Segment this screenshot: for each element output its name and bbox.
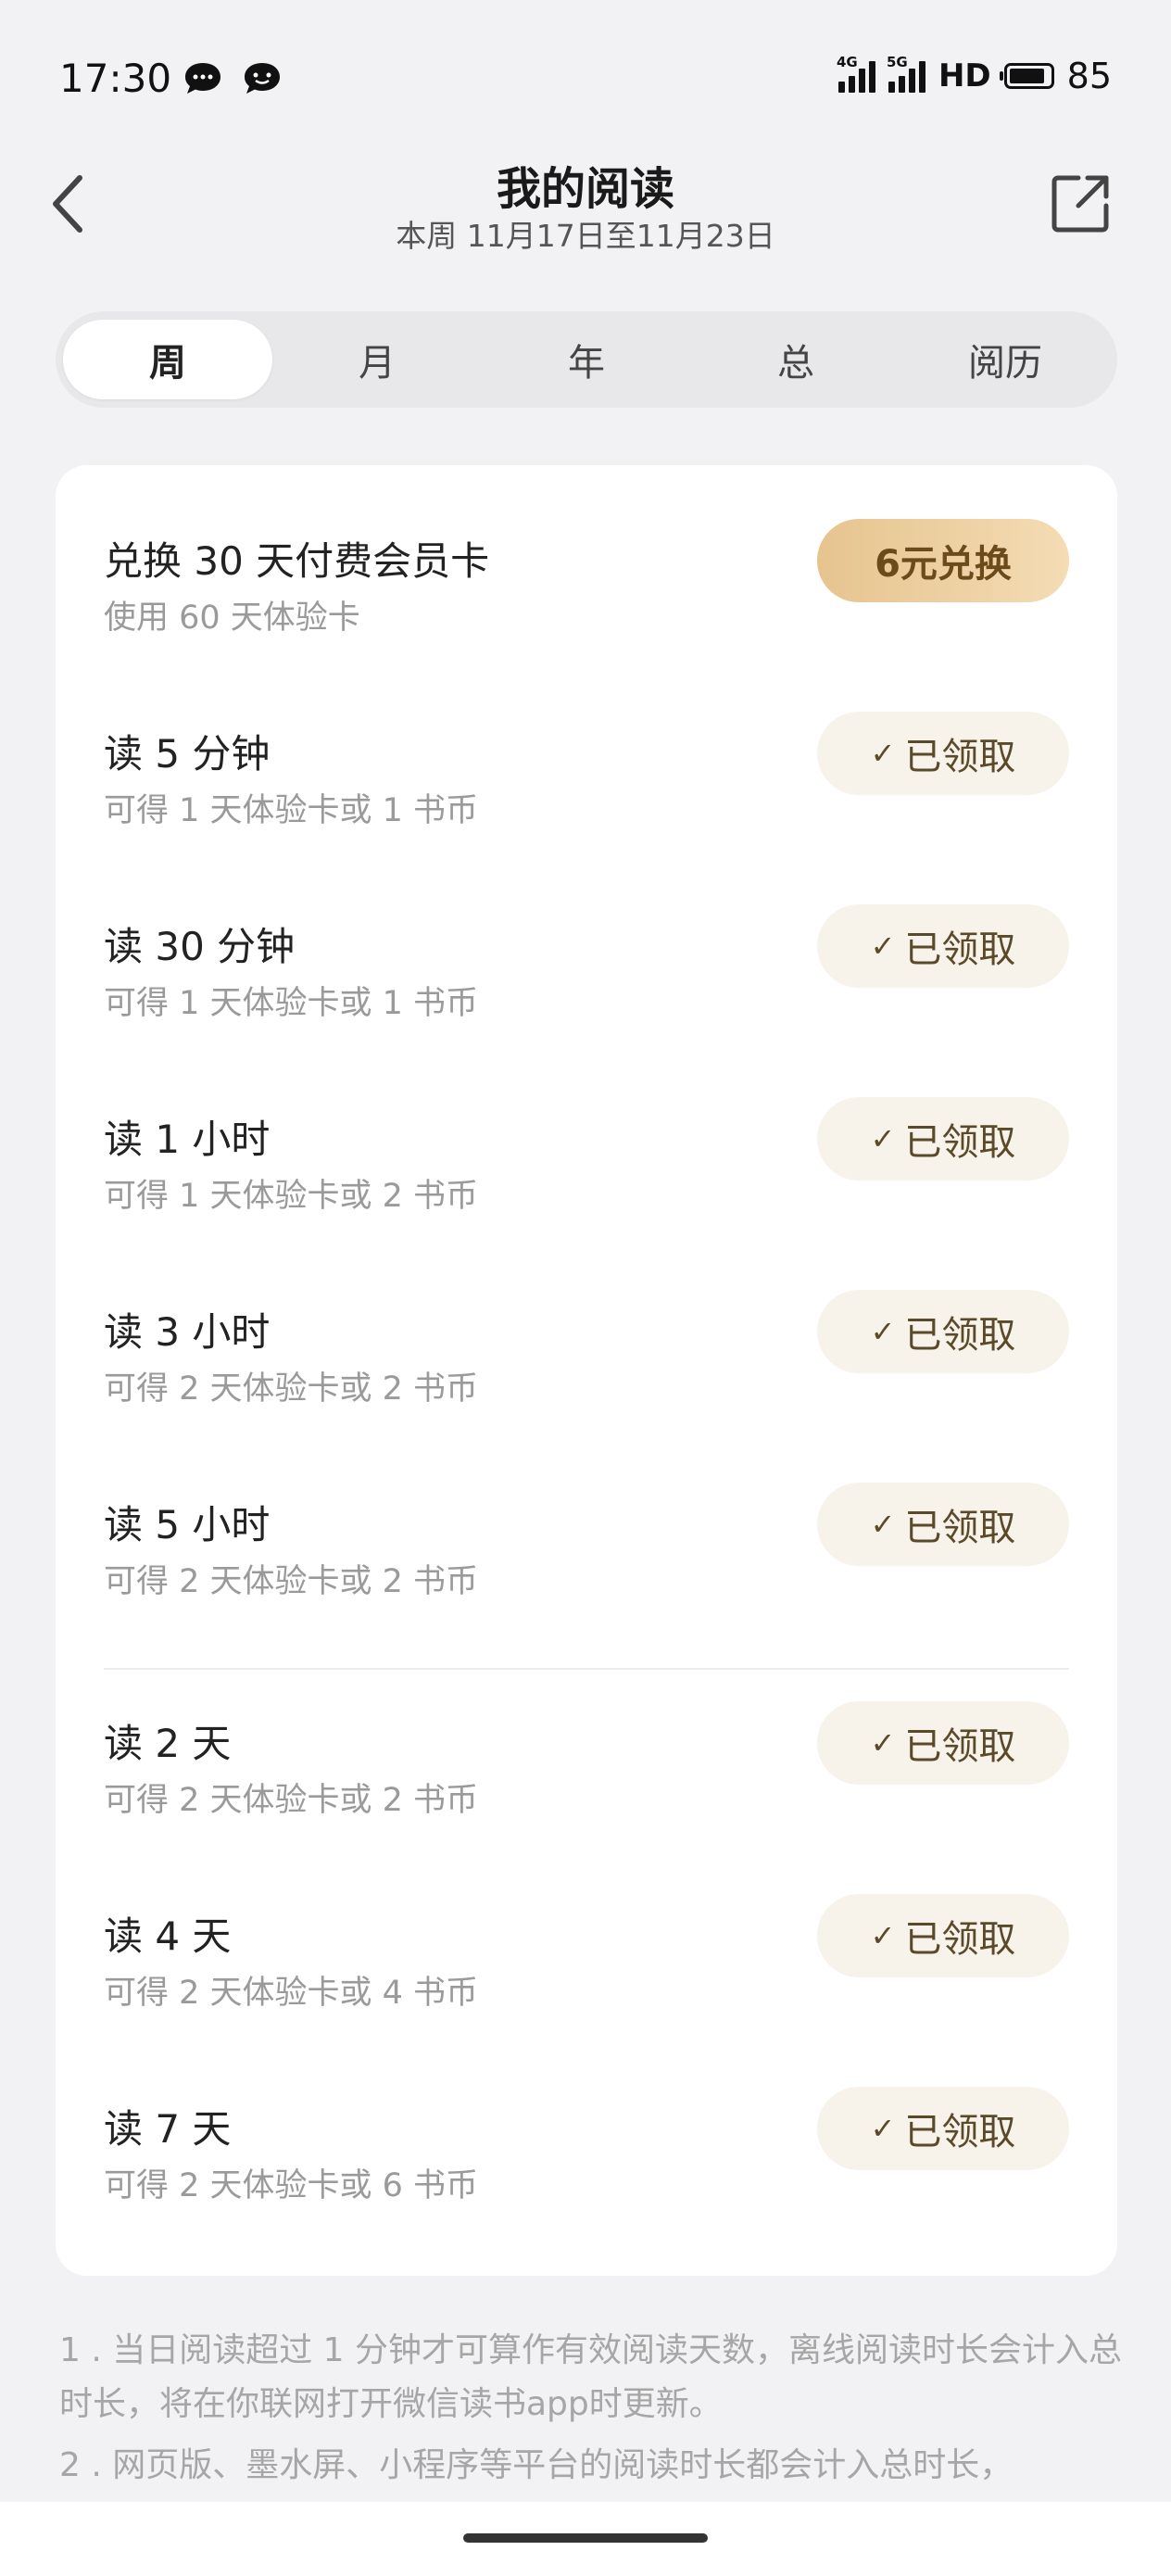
chat-bubble-icon: [185, 63, 220, 94]
claimed-label: 已领取: [904, 1507, 1016, 1549]
reward-title: 读 7 天: [104, 2106, 232, 2152]
check-icon: ✓: [870, 1314, 896, 1349]
signal-4g-icon: 4G: [837, 54, 875, 93]
reward-title: 读 2 天: [104, 1721, 232, 1766]
claimed-button[interactable]: ✓ 已领取: [817, 1483, 1069, 1566]
reward-title: 读 5 小时: [104, 1502, 271, 1547]
chat-bubble-icon: [245, 63, 280, 94]
note-item: 1 . 当日阅读超过 1 分钟才可算作有效阅读天数，离线阅读时长会计入总时长，将…: [59, 2331, 1123, 2423]
claimed-button[interactable]: ✓ 已领取: [817, 1701, 1069, 1785]
signal-5g-icon: 5G: [887, 54, 925, 93]
claimed-label: 已领取: [904, 1918, 1016, 1961]
reward-subtitle: 可得 1 天体验卡或 2 书币: [104, 1178, 479, 1215]
battery-icon: [999, 63, 1054, 89]
reward-row: 读 3 小时 可得 2 天体验卡或 2 书币 ✓ 已领取: [56, 1290, 1117, 1468]
rules-notes: 1 . 当日阅读超过 1 分钟才可算作有效阅读天数，离线阅读时长会计入总时长，将…: [59, 2324, 1125, 2500]
reward-row: 读 2 天 可得 2 天体验卡或 2 书币 ✓ 已领取: [56, 1701, 1117, 1879]
claimed-label: 已领取: [904, 928, 1016, 971]
reward-title: 读 30 分钟: [104, 924, 296, 969]
claimed-label: 已领取: [904, 1725, 1016, 1768]
claimed-button[interactable]: ✓ 已领取: [817, 1097, 1069, 1181]
reward-subtitle: 可得 2 天体验卡或 2 书币: [104, 1782, 479, 1819]
tab-history[interactable]: 阅历: [900, 320, 1110, 399]
reward-row: 读 30 分钟 可得 1 天体验卡或 1 书币 ✓ 已领取: [56, 904, 1117, 1082]
share-external-icon[interactable]: [1051, 172, 1112, 234]
reward-row: 读 5 小时 可得 2 天体验卡或 2 书币 ✓ 已领取: [56, 1483, 1117, 1661]
check-icon: ✓: [870, 928, 896, 964]
claimed-button[interactable]: ✓ 已领取: [817, 904, 1069, 988]
status-indicators: 4G 5G HD 85: [837, 54, 1112, 96]
status-time: 17:30: [59, 56, 172, 101]
claimed-button[interactable]: ✓ 已领取: [817, 1290, 1069, 1373]
home-indicator[interactable]: [463, 2533, 708, 2543]
note-item: 2 . 网页版、墨水屏、小程序等平台的阅读时长都会计入总时长，: [59, 2446, 1014, 2484]
battery-level: 85: [1066, 56, 1112, 96]
check-icon: ✓: [870, 736, 896, 771]
tab-year[interactable]: 年: [482, 320, 691, 399]
reward-subtitle: 可得 2 天体验卡或 4 书币: [104, 1975, 479, 2012]
reward-row-membership: 兑换 30 天付费会员卡 使用 60 天体验卡 6元兑换: [56, 519, 1117, 697]
reward-row: 读 5 分钟 可得 1 天体验卡或 1 书币 ✓ 已领取: [56, 712, 1117, 890]
check-icon: ✓: [870, 1725, 896, 1761]
claimed-label: 已领取: [904, 736, 1016, 778]
tab-week[interactable]: 周: [63, 320, 272, 399]
page-subtitle: 本周 11月17日至11月23日: [396, 218, 775, 254]
check-icon: ✓: [870, 1918, 896, 1953]
tab-month[interactable]: 月: [272, 320, 482, 399]
reward-subtitle: 可得 2 天体验卡或 2 书币: [104, 1370, 479, 1408]
reward-subtitle: 可得 2 天体验卡或 6 书币: [104, 2167, 479, 2204]
claimed-label: 已领取: [904, 1121, 1016, 1164]
reward-title: 读 4 天: [104, 1913, 232, 1959]
claimed-button[interactable]: ✓ 已领取: [817, 1894, 1069, 1977]
claimed-button[interactable]: ✓ 已领取: [817, 712, 1069, 795]
reward-title: 兑换 30 天付费会员卡: [104, 538, 490, 584]
reward-row: 读 1 小时 可得 1 天体验卡或 2 书币 ✓ 已领取: [56, 1097, 1117, 1275]
reward-title: 读 3 小时: [104, 1309, 271, 1355]
reward-subtitle: 可得 1 天体验卡或 1 书币: [104, 985, 479, 1022]
check-icon: ✓: [870, 1121, 896, 1156]
claimed-label: 已领取: [904, 2111, 1016, 2153]
check-icon: ✓: [870, 2111, 896, 2146]
check-icon: ✓: [870, 1507, 896, 1542]
reward-title: 读 1 小时: [104, 1117, 271, 1162]
reward-subtitle: 可得 2 天体验卡或 2 书币: [104, 1563, 479, 1600]
section-divider: [104, 1668, 1069, 1670]
exchange-button[interactable]: 6元兑换: [817, 519, 1069, 602]
reward-row: 读 4 天 可得 2 天体验卡或 4 书币 ✓ 已领取: [56, 1894, 1117, 2072]
reward-row: 读 7 天 可得 2 天体验卡或 6 书币 ✓ 已领取: [56, 2087, 1117, 2265]
hd-indicator: HD: [938, 57, 991, 95]
reward-title: 读 5 分钟: [104, 731, 271, 777]
status-bar: 17:30 4G 5G HD 85: [0, 0, 1171, 158]
reward-subtitle: 使用 60 天体验卡: [104, 600, 360, 637]
period-tabs: 周 月 年 总 阅历: [56, 311, 1117, 408]
claimed-button[interactable]: ✓ 已领取: [817, 2087, 1069, 2170]
tab-total[interactable]: 总: [691, 320, 900, 399]
claimed-label: 已领取: [904, 1314, 1016, 1357]
rewards-card: 兑换 30 天付费会员卡 使用 60 天体验卡 6元兑换 读 5 分钟 可得 1…: [56, 465, 1117, 2276]
reward-subtitle: 可得 1 天体验卡或 1 书币: [104, 792, 479, 829]
page-title: 我的阅读: [496, 163, 674, 215]
